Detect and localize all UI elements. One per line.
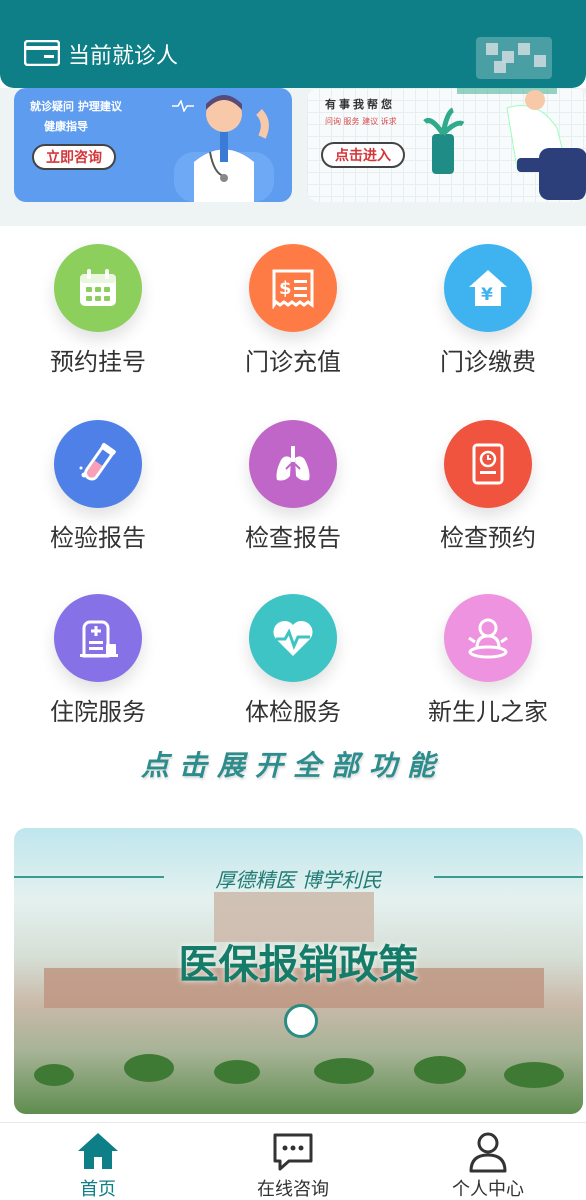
service-appointment-registration[interactable]: 预约挂号 <box>0 244 196 394</box>
service-label: 体检服务 <box>245 698 341 726</box>
service-label: 门诊缴费 <box>440 348 536 376</box>
help-desk-illustration-icon <box>423 88 586 200</box>
service-exam-report[interactable]: 检查报告 <box>195 420 391 570</box>
patient-avatar[interactable] <box>476 37 552 79</box>
tree-image <box>34 1064 74 1086</box>
receipt-icon: $ <box>249 244 337 332</box>
clock-document-icon <box>444 420 532 508</box>
service-label: 预约挂号 <box>50 348 146 376</box>
lungs-icon <box>249 420 337 508</box>
policy-title: 医保报销政策 <box>178 942 419 988</box>
expand-all-button[interactable]: 点击展开全部功能 <box>0 744 586 784</box>
yuan-house-icon: ¥ <box>444 244 532 332</box>
service-label: 门诊充值 <box>245 348 341 376</box>
heartbeat-icon <box>249 594 337 682</box>
service-label: 检查预约 <box>440 524 536 552</box>
service-label: 新生儿之家 <box>428 698 548 726</box>
nav-profile-label: 个人中心 <box>452 1179 524 1200</box>
tree-image <box>124 1054 174 1082</box>
nav-home[interactable]: 首页 <box>0 1123 196 1200</box>
tree-image <box>314 1058 374 1084</box>
current-patient-button[interactable]: 当前就诊人 <box>68 38 178 70</box>
consult-banner[interactable]: 就诊疑问 护理建议 健康指导 立即咨询 <box>14 88 292 202</box>
insurance-policy-banner[interactable]: 厚德精医 博学利民 医保报销政策 <box>14 828 583 1114</box>
service-newborn-home[interactable]: 新生儿之家 <box>390 594 586 744</box>
svg-text:¥: ¥ <box>481 285 493 305</box>
service-exam-appointment[interactable]: 检查预约 <box>390 420 586 570</box>
consult-now-button[interactable]: 立即咨询 <box>32 144 116 170</box>
nav-profile[interactable]: 个人中心 <box>390 1123 586 1200</box>
bottom-navigation: 首页 在线咨询 个人中心 <box>0 1122 586 1200</box>
service-physical-exam[interactable]: 体检服务 <box>195 594 391 744</box>
service-inpatient[interactable]: 住院服务 <box>0 594 196 744</box>
consult-banner-line1: 就诊疑问 护理建议 <box>30 100 122 113</box>
app-header: 当前就诊人 <box>0 0 586 88</box>
tree-image <box>214 1060 260 1084</box>
home-icon <box>78 1133 118 1169</box>
chat-bubble-icon <box>273 1133 313 1171</box>
service-outpatient-payment[interactable]: ¥ 门诊缴费 <box>390 244 586 394</box>
service-outpatient-recharge[interactable]: $ 门诊充值 <box>195 244 391 394</box>
tree-image <box>504 1062 564 1088</box>
calendar-icon <box>54 244 142 332</box>
id-card-icon <box>24 40 60 66</box>
user-icon <box>469 1132 507 1173</box>
test-tube-icon <box>54 420 142 508</box>
baby-icon <box>444 594 532 682</box>
service-label: 住院服务 <box>50 698 146 726</box>
help-banner-line1: 有事我帮您 <box>325 98 395 111</box>
help-banner-line2: 问询 服务 建议 诉求 <box>325 117 397 126</box>
tree-image <box>414 1056 466 1084</box>
service-lab-report[interactable]: 检验报告 <box>0 420 196 570</box>
hospital-bed-icon <box>54 594 142 682</box>
promo-banner-row: 就诊疑问 护理建议 健康指导 立即咨询 有事我帮您 问询 服务 建议 诉求 点击… <box>0 88 586 226</box>
consult-banner-line2: 健康指导 <box>44 120 88 133</box>
hospital-emblem-icon <box>284 1004 318 1038</box>
heartbeat-line-icon <box>172 100 194 112</box>
nav-online-consult[interactable]: 在线咨询 <box>195 1123 391 1200</box>
service-label: 检验报告 <box>50 524 146 552</box>
svg-text:$: $ <box>279 278 292 299</box>
service-label: 检查报告 <box>245 524 341 552</box>
enter-button[interactable]: 点击进入 <box>321 142 405 168</box>
hospital-slogan: 厚德精医 博学利民 <box>215 868 382 892</box>
nav-consult-label: 在线咨询 <box>257 1179 329 1200</box>
nav-home-label: 首页 <box>80 1179 116 1200</box>
help-banner[interactable]: 有事我帮您 问询 服务 建议 诉求 点击进入 <box>307 88 586 202</box>
